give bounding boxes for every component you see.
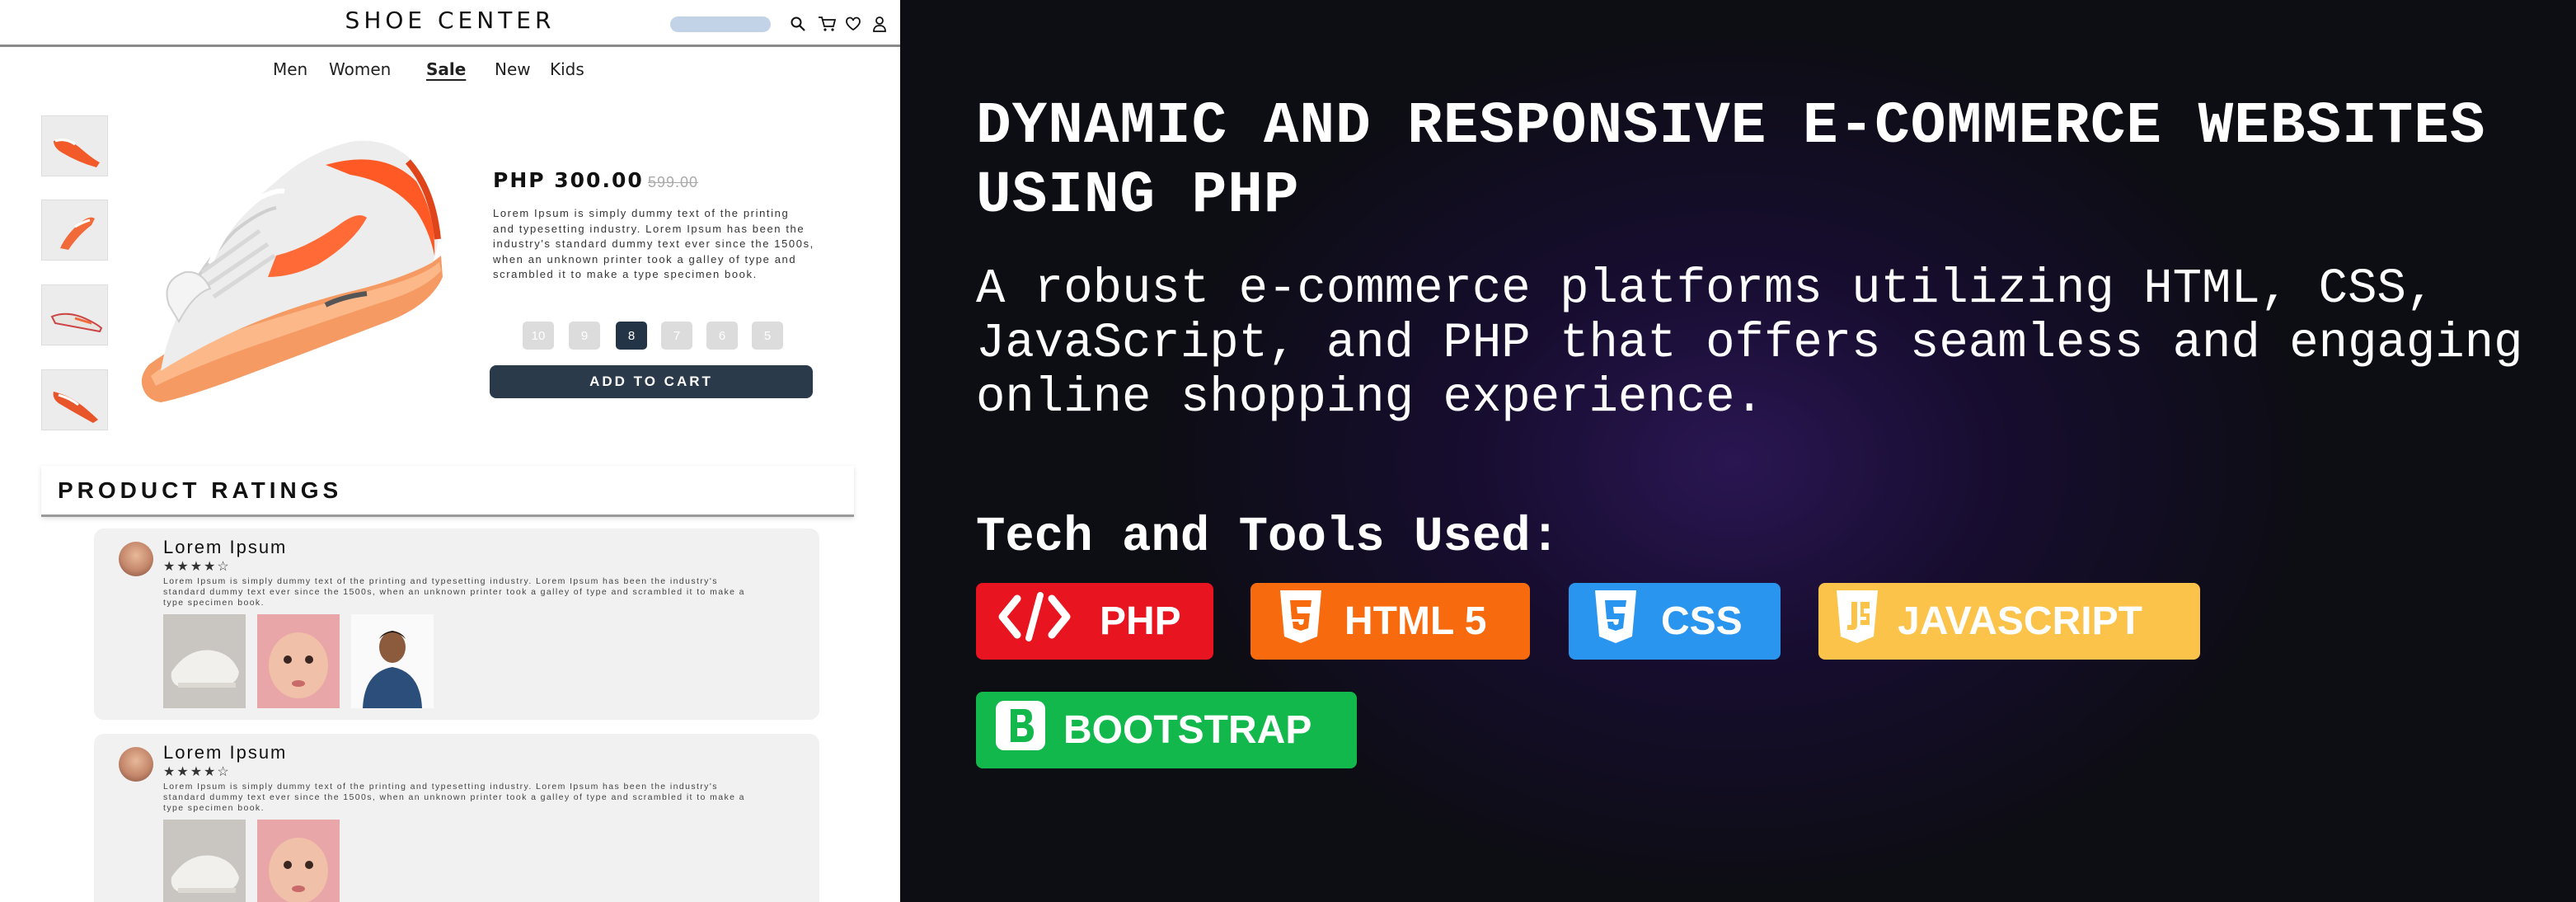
product-main-image: [136, 132, 449, 412]
nav-men[interactable]: Men: [273, 59, 307, 84]
user-icon[interactable]: [869, 13, 890, 35]
size-option[interactable]: 6: [706, 322, 738, 350]
avatar: [119, 542, 153, 576]
badge-label: JAVASCRIPT: [1898, 599, 2142, 643]
review-photo-baby[interactable]: [257, 820, 340, 902]
reviewer-name: Lorem Ipsum: [163, 742, 288, 763]
badge-label: PHP: [1100, 599, 1181, 643]
bootstrap-icon: [994, 699, 1047, 762]
review-photo-person[interactable]: [351, 614, 434, 708]
badge-label: BOOTSTRAP: [1063, 708, 1312, 752]
cart-icon[interactable]: [816, 13, 838, 35]
nav-sale[interactable]: Sale: [426, 59, 466, 84]
shop-header: SHOE CENTER: [0, 0, 900, 47]
product-description: Lorem Ipsum is simply dummy text of the …: [493, 207, 814, 280]
product-price: PHP 300.00: [493, 168, 644, 192]
html5-icon: [1279, 590, 1323, 653]
reviewer-name: Lorem Ipsum: [163, 537, 288, 557]
star-rating: ★★★★☆: [163, 560, 231, 574]
badge-label: CSS: [1661, 599, 1743, 643]
star-rating: ★★★★☆: [163, 765, 231, 779]
review-photo-shoe[interactable]: [163, 820, 246, 902]
review-card: Lorem Ipsum ★★★★☆ Lorem Ipsum is simply …: [94, 734, 819, 902]
product-old-price: 599.00: [648, 174, 699, 190]
heart-icon[interactable]: [842, 13, 864, 35]
size-option[interactable]: 7: [661, 322, 692, 350]
search-icon[interactable]: [787, 13, 809, 35]
product-thumbnail[interactable]: [41, 115, 108, 176]
review-photo-baby[interactable]: [257, 614, 340, 708]
size-option-selected[interactable]: 8: [616, 322, 647, 350]
nav-new[interactable]: New: [495, 59, 531, 84]
badge-label: HTML 5: [1344, 599, 1487, 643]
code-icon: [997, 591, 1072, 651]
nav-women[interactable]: Women: [329, 59, 391, 84]
badge-javascript: JAVASCRIPT: [1818, 583, 2200, 660]
badge-bootstrap: BOOTSTRAP: [976, 692, 1357, 768]
review-text: Lorem Ipsum is simply dummy text of the …: [163, 576, 745, 608]
product-thumbnail[interactable]: [41, 369, 108, 430]
search-input[interactable]: [670, 16, 771, 32]
info-panel: DYNAMIC AND RESPONSIVE E-COMMERCE WEBSIT…: [900, 0, 2576, 902]
size-option[interactable]: 10: [523, 322, 554, 350]
ratings-title: PRODUCT RATINGS: [58, 477, 343, 503]
page-title: DYNAMIC AND RESPONSIVE E-COMMERCE WEBSIT…: [976, 94, 2486, 229]
ratings-header: PRODUCT RATINGS: [41, 466, 854, 517]
review-card: Lorem Ipsum ★★★★☆ Lorem Ipsum is simply …: [94, 529, 819, 720]
nav-kids[interactable]: Kids: [550, 59, 584, 84]
add-to-cart-button[interactable]: ADD TO CART: [490, 365, 813, 398]
review-text: Lorem Ipsum is simply dummy text of the …: [163, 782, 745, 813]
badge-css: CSS: [1569, 583, 1781, 660]
product-thumbnail[interactable]: [41, 200, 108, 261]
css3-icon: [1593, 590, 1638, 653]
avatar: [119, 747, 153, 782]
shop-mockup: SHOE CENTER Men Women Sale New Kids PHP …: [0, 0, 900, 902]
badge-html5: HTML 5: [1250, 583, 1530, 660]
size-option[interactable]: 9: [569, 322, 600, 350]
page-subtitle: A robust e-commerce platforms utilizing …: [976, 261, 2523, 425]
review-photo-shoe[interactable]: [163, 614, 246, 708]
badge-php: PHP: [976, 583, 1213, 660]
size-option[interactable]: 5: [752, 322, 783, 350]
tools-heading: Tech and Tools Used:: [976, 510, 1560, 565]
js-icon: [1835, 590, 1879, 653]
product-thumbnail[interactable]: [41, 284, 108, 345]
